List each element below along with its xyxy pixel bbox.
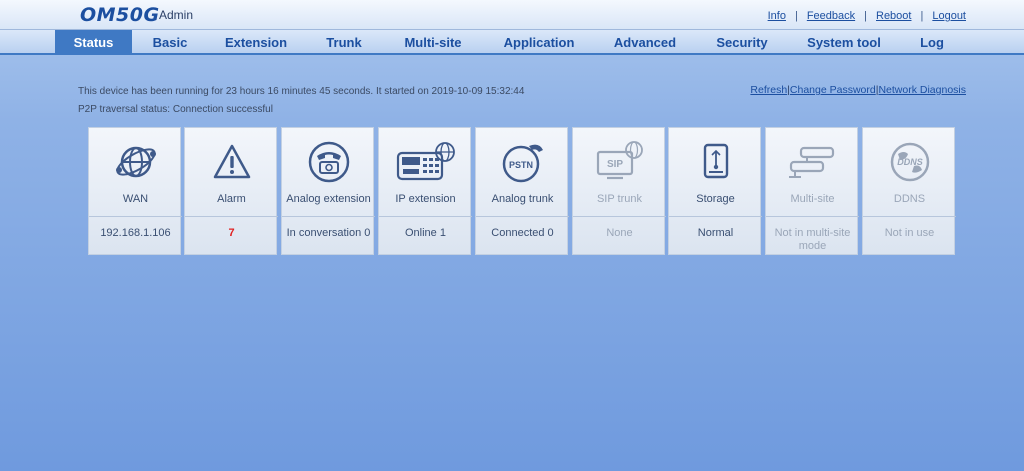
reboot-link[interactable]: Reboot: [876, 10, 911, 22]
nav-log[interactable]: Log: [907, 30, 957, 55]
ddns-icon: DDNS: [863, 138, 956, 186]
tile-name: Alarm: [217, 193, 246, 205]
nav-advanced[interactable]: Advanced: [604, 30, 686, 55]
logo: OM50G: [80, 4, 160, 26]
pstn-icon: PSTN: [476, 138, 569, 186]
tile-analog-extension[interactable]: Analog extension In conversation 0: [281, 127, 375, 255]
info-link[interactable]: Info: [768, 10, 786, 22]
nav-status[interactable]: Status: [55, 30, 132, 55]
logout-link[interactable]: Logout: [932, 10, 966, 22]
tile-value: Not in use: [884, 227, 935, 239]
warning-icon: [185, 138, 278, 186]
nav-extension[interactable]: Extension: [212, 30, 300, 55]
nav-multi-site[interactable]: Multi-site: [390, 30, 476, 55]
tile-value: Connected 0: [491, 227, 554, 239]
header-links: Info | Feedback | Reboot | Logout: [767, 10, 966, 22]
tile-value: Online 1: [405, 227, 446, 239]
tile-alarm[interactable]: Alarm 7: [184, 127, 278, 255]
change-password-link[interactable]: Change Password: [790, 84, 876, 96]
storage-icon: [669, 138, 762, 186]
nav-basic[interactable]: Basic: [138, 30, 202, 55]
tile-value: In conversation 0: [286, 227, 371, 239]
nav-system-tool[interactable]: System tool: [797, 30, 891, 55]
tile-value: Normal: [697, 227, 734, 239]
multisite-icon: [766, 138, 859, 186]
device-info: This device has been running for 23 hour…: [78, 83, 524, 119]
uptime-text: This device has been running for 23 hour…: [78, 86, 525, 97]
tile-value: 192.168.1.106: [100, 227, 171, 239]
tile-storage[interactable]: Storage Normal: [668, 127, 762, 255]
svg-text:SIP: SIP: [606, 159, 622, 170]
nav-security[interactable]: Security: [705, 30, 779, 55]
globe-icon: [89, 138, 182, 186]
ip-phone-icon: [379, 138, 472, 186]
nav-trunk[interactable]: Trunk: [313, 30, 375, 55]
tile-value: None: [606, 227, 633, 239]
feedback-link[interactable]: Feedback: [807, 10, 855, 22]
p2p-status: P2P traversal status: Connection success…: [78, 104, 273, 115]
tile-name: Multi-site: [790, 193, 835, 205]
telephone-icon: [282, 138, 375, 186]
tile-ddns[interactable]: DDNS DDNS Not in use: [862, 127, 956, 255]
tile-name: DDNS: [893, 193, 926, 205]
tile-name: Analog trunk: [491, 193, 554, 205]
tile-ip-extension[interactable]: IP extension Online 1: [378, 127, 472, 255]
tile-name: Storage: [696, 193, 735, 205]
network-diagnosis-link[interactable]: Network Diagnosis: [878, 84, 966, 96]
tile-name: IP extension: [395, 193, 456, 205]
user-label: Admin: [159, 8, 194, 22]
main-nav: Status Basic Extension Trunk Multi-site …: [0, 30, 1024, 55]
tile-wan[interactable]: WAN 192.168.1.106: [88, 127, 182, 255]
svg-text:PSTN: PSTN: [508, 160, 532, 170]
tile-name: Analog extension: [286, 193, 371, 205]
tile-value: 7: [228, 227, 235, 239]
top-bar: OM50G Admin Info | Feedback | Reboot | Logout: [0, 0, 1024, 30]
nav-application[interactable]: Application: [492, 30, 586, 55]
tile-analog-trunk[interactable]: PSTN Analog trunk Connected 0: [475, 127, 569, 255]
refresh-link[interactable]: Refresh: [750, 84, 787, 96]
tile-value: Not in multi-site mode: [774, 227, 851, 252]
tile-name: SIP trunk: [596, 193, 643, 205]
tile-multi-site[interactable]: Multi-site Not in multi-site mode: [765, 127, 859, 255]
tile-sip-trunk[interactable]: SIP SIP trunk None: [572, 127, 666, 255]
svg-text:DDNS: DDNS: [897, 157, 923, 167]
tile-name: WAN: [122, 193, 149, 205]
status-links: Refresh|Change Password|Network Diagnosi…: [750, 84, 966, 96]
sip-icon: SIP: [573, 138, 666, 186]
